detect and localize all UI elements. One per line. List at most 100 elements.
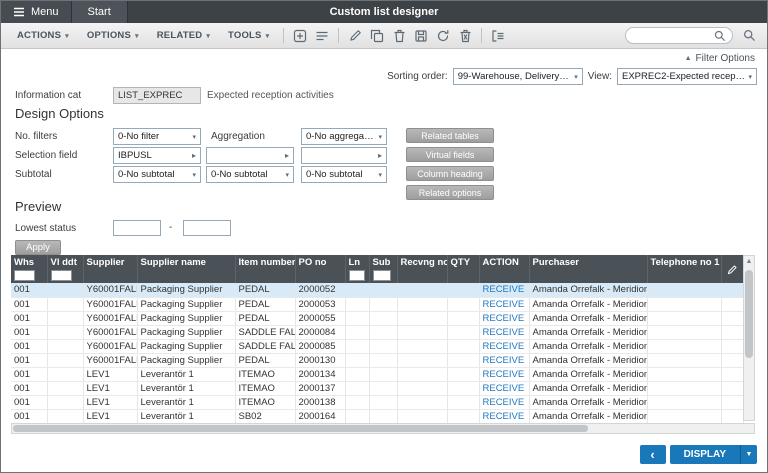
column-header-telephone-no-1[interactable]: Telephone no 1 [647, 255, 721, 283]
column-filter-ln[interactable] [349, 270, 365, 281]
related-options-button[interactable]: Related options [406, 185, 494, 200]
display-dropdown-button[interactable]: ▼ [740, 445, 757, 464]
refresh-icon [436, 29, 450, 43]
table-row[interactable]: 001LEV1Leverantör 1ITEMAO2000138RECEIVEA… [11, 395, 743, 409]
cell-telephone_no_1 [647, 409, 721, 423]
table-row[interactable]: 001Y60001FALKPackaging SupplierPEDAL2000… [11, 311, 743, 325]
related-tables-button[interactable]: Related tables [406, 128, 494, 143]
table-row[interactable]: 001Y60001FALKPackaging SupplierPEDAL2000… [11, 353, 743, 367]
browse-arrow-icon[interactable]: ▸ [378, 151, 382, 160]
tab-start[interactable]: Start [72, 1, 128, 23]
virtual-fields-button[interactable]: Virtual fields [406, 147, 494, 162]
cell-action: RECEIVE [479, 283, 529, 297]
subtotal-select-1[interactable]: 0-No subtotal ▾ [113, 166, 201, 183]
vertical-scroll-thumb[interactable] [745, 270, 753, 358]
column-header-recvng-no[interactable]: Recvng no [397, 255, 447, 283]
selection-field-3[interactable]: ▸ [301, 147, 387, 164]
display-split-button[interactable]: DISPLAY ▼ [670, 445, 757, 464]
selection-field-1[interactable]: IBPUSL ▸ [113, 147, 201, 164]
cell-telephone_no_1 [647, 381, 721, 395]
table-row[interactable]: 001Y60001FALKPackaging SupplierSADDLE FA… [11, 339, 743, 353]
column-header-vl-ddt[interactable]: Vl ddt [47, 255, 83, 283]
save-button[interactable] [411, 26, 431, 46]
sorting-order-select[interactable]: 99-Warehouse, Delivery date ▾ [453, 68, 583, 85]
cell-vl_ddt [47, 339, 83, 353]
column-heading-button[interactable]: Column heading [406, 166, 494, 181]
column-header-supplier-name[interactable]: Supplier name [137, 255, 235, 283]
edit-button[interactable] [345, 26, 365, 46]
aggregation-select[interactable]: 0-No aggregation ▾ [301, 128, 387, 145]
vertical-scrollbar[interactable]: ▲ [743, 255, 755, 421]
cell-edit [721, 381, 743, 395]
horizontal-scroll-thumb[interactable] [13, 425, 588, 432]
cell-purchaser: Amanda Orrefalk - Meridion [529, 311, 647, 325]
receive-action-link[interactable]: RECEIVE [483, 327, 525, 338]
table-row[interactable]: 001LEV1Leverantör 1SB022000164RECEIVEAma… [11, 409, 743, 423]
refresh-button[interactable] [433, 26, 453, 46]
information-cat-field: LIST_EXPREC [113, 87, 201, 104]
view-select[interactable]: EXPREC2-Expected recept action ▾ [617, 68, 757, 85]
column-filter-whs[interactable] [14, 270, 35, 281]
filter-options-toggle[interactable]: ▲ Filter Options [685, 53, 755, 64]
column-label: Sub [373, 257, 391, 268]
menu-options[interactable]: OPTIONS▾ [79, 30, 147, 41]
clear-button[interactable] [455, 26, 475, 46]
receive-action-link[interactable]: RECEIVE [483, 383, 525, 394]
delete-button[interactable] [389, 26, 409, 46]
table-row[interactable]: 001Y60001FALKPackaging SupplierSADDLE FA… [11, 325, 743, 339]
subtotal-value-1: 0-No subtotal [118, 169, 175, 180]
copy-button[interactable] [367, 26, 387, 46]
column-header-ln[interactable]: Ln [345, 255, 369, 283]
subtotal-select-2[interactable]: 0-No subtotal ▾ [206, 166, 294, 183]
receive-action-link[interactable]: RECEIVE [483, 369, 525, 380]
menu-actions[interactable]: ACTIONS▾ [9, 30, 77, 41]
column-header-action[interactable]: ACTION [479, 255, 529, 283]
menu-tools[interactable]: TOOLS▾ [220, 30, 277, 41]
receive-action-link[interactable]: RECEIVE [483, 299, 525, 310]
column-filter-sub[interactable] [373, 270, 391, 281]
advanced-search-button[interactable] [739, 26, 759, 46]
table-row[interactable]: 001LEV1Leverantör 1ITEMAO2000134RECEIVEA… [11, 367, 743, 381]
column-header-qty[interactable]: QTY [447, 255, 479, 283]
column-header-whs[interactable]: Whs [11, 255, 47, 283]
table-row[interactable]: 001Y60001FALKPackaging SupplierPEDAL2000… [11, 297, 743, 311]
selection-field-2[interactable]: ▸ [206, 147, 294, 164]
no-filters-select[interactable]: 0-No filter ▾ [113, 128, 201, 145]
column-header-purchaser[interactable]: Purchaser [529, 255, 647, 283]
subtotal-select-3[interactable]: 0-No subtotal ▾ [301, 166, 387, 183]
table-row[interactable]: 001Y60001FALKPackaging SupplierPEDAL2000… [11, 283, 743, 297]
display-button-label[interactable]: DISPLAY [670, 445, 740, 464]
column-header-po-no[interactable]: PO no [295, 255, 345, 283]
select-rows-button[interactable] [312, 26, 332, 46]
receive-action-link[interactable]: RECEIVE [483, 341, 525, 352]
column-header-sub[interactable]: Sub [369, 255, 397, 283]
back-button[interactable]: ‹ [640, 445, 666, 464]
scroll-up-icon[interactable]: ▲ [744, 256, 754, 268]
column-filter-vl-ddt[interactable] [51, 270, 72, 281]
table-row[interactable]: 001LEV1Leverantör 1ITEMAO2000137RECEIVEA… [11, 381, 743, 395]
lowest-status-from-input[interactable] [113, 220, 161, 236]
lowest-status-to-input[interactable] [183, 220, 231, 236]
search-input[interactable] [632, 30, 710, 41]
edit-column-header[interactable] [721, 255, 743, 283]
apply-button[interactable]: Apply [15, 240, 61, 255]
browse-arrow-icon[interactable]: ▸ [285, 151, 289, 160]
cell-supplier_name: Leverantör 1 [137, 409, 235, 423]
cell-supplier_name: Packaging Supplier [137, 297, 235, 311]
cell-ln [345, 325, 369, 339]
receive-action-link[interactable]: RECEIVE [483, 284, 525, 295]
menu-related[interactable]: RELATED▾ [149, 30, 218, 41]
receive-action-link[interactable]: RECEIVE [483, 411, 525, 422]
receive-action-link[interactable]: RECEIVE [483, 397, 525, 408]
cell-recvng_no [397, 283, 447, 297]
receive-action-link[interactable]: RECEIVE [483, 313, 525, 324]
cell-vl_ddt [47, 283, 83, 297]
menu-button[interactable]: Menu [1, 1, 72, 23]
column-header-supplier[interactable]: Supplier [83, 255, 137, 283]
detail-panel-button[interactable] [488, 26, 508, 46]
browse-arrow-icon[interactable]: ▸ [192, 151, 196, 160]
receive-action-link[interactable]: RECEIVE [483, 355, 525, 366]
add-button[interactable] [290, 26, 310, 46]
horizontal-scrollbar[interactable] [11, 423, 755, 434]
column-header-item-number[interactable]: Item number [235, 255, 295, 283]
